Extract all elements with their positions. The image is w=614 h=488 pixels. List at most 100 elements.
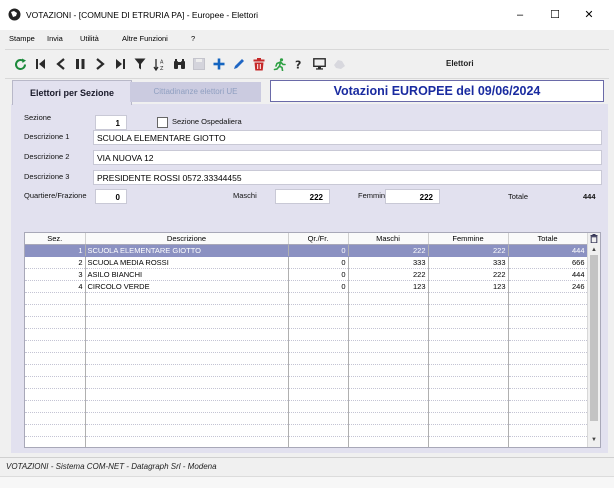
menu-stampe[interactable]: Stampe bbox=[9, 34, 35, 43]
col-header-femmine[interactable]: Femmine bbox=[428, 233, 509, 245]
scroll-down-icon[interactable]: ▼ bbox=[590, 436, 598, 444]
sort-az-icon[interactable]: AZ bbox=[150, 55, 168, 73]
cell-maschi: 222 bbox=[348, 268, 429, 281]
descrizione-1-input[interactable]: SCUOLA ELEMENTARE GIOTTO bbox=[93, 130, 602, 145]
app-logo-icon bbox=[8, 8, 21, 21]
delete-icon[interactable] bbox=[250, 55, 268, 73]
descrizione-2-input[interactable]: VIA NUOVA 12 bbox=[93, 150, 602, 165]
svg-text:?: ? bbox=[295, 59, 301, 71]
table-row[interactable]: 4 CIRCOLO VERDE 0 123 123 246 bbox=[25, 280, 588, 293]
col-header-sez[interactable]: Sez. bbox=[25, 233, 86, 245]
monitor-icon[interactable] bbox=[310, 55, 328, 73]
empty-row[interactable] bbox=[25, 376, 588, 389]
menu-utilita[interactable]: Utilità bbox=[80, 34, 99, 43]
status-text: VOTAZIONI - Sistema COM-NET - Datagraph … bbox=[6, 462, 217, 471]
femmine-input[interactable]: 222 bbox=[385, 189, 440, 204]
cell-totale: 444 bbox=[508, 268, 588, 281]
quartiere-frazione-label: Quartiere/Frazione bbox=[24, 191, 87, 200]
menu-altre-funzioni[interactable]: Altre Funzioni bbox=[122, 34, 168, 43]
toolbar: AZ ? Elettori bbox=[5, 49, 609, 79]
empty-row[interactable] bbox=[25, 436, 588, 447]
menu-help[interactable]: ? bbox=[191, 34, 195, 43]
cell-qr: 0 bbox=[288, 244, 349, 257]
save-icon[interactable] bbox=[190, 55, 208, 73]
run-icon[interactable] bbox=[270, 55, 288, 73]
table-row[interactable]: 1 SCUOLA ELEMENTARE GIOTTO 0 222 222 444 bbox=[25, 244, 588, 257]
election-title: Votazioni EUROPEE del 09/06/2024 bbox=[270, 80, 604, 102]
table-row[interactable]: 2 SCUOLA MEDIA ROSSI 0 333 333 666 bbox=[25, 256, 588, 269]
col-header-maschi[interactable]: Maschi bbox=[348, 233, 429, 245]
col-header-totale[interactable]: Totale bbox=[508, 233, 588, 245]
col-header-descrizione[interactable]: Descrizione bbox=[85, 233, 289, 245]
cell-maschi: 123 bbox=[348, 280, 429, 293]
cell-descrizione: CIRCOLO VERDE bbox=[85, 280, 289, 293]
status-bar: VOTAZIONI - Sistema COM-NET - Datagraph … bbox=[0, 457, 614, 477]
descrizione-3-input[interactable]: PRESIDENTE ROSSI 0572.33344455 bbox=[93, 170, 602, 185]
empty-row[interactable] bbox=[25, 316, 588, 329]
quartiere-frazione-input[interactable]: 0 bbox=[95, 189, 127, 204]
empty-row[interactable] bbox=[25, 292, 588, 305]
help-icon[interactable]: ? bbox=[290, 55, 308, 73]
empty-row[interactable] bbox=[25, 364, 588, 377]
exit-icon[interactable] bbox=[330, 55, 348, 73]
toolbar-label: Elettori bbox=[446, 59, 474, 68]
next-record-icon[interactable] bbox=[91, 55, 109, 73]
cell-descrizione: SCUOLA ELEMENTARE GIOTTO bbox=[85, 244, 289, 257]
filter-icon[interactable] bbox=[131, 55, 149, 73]
empty-row[interactable] bbox=[25, 352, 588, 365]
tab-cittadinanze-elettori-ue[interactable]: Cittadinanze elettori UE bbox=[130, 82, 261, 102]
empty-row[interactable] bbox=[25, 340, 588, 353]
maschi-input[interactable]: 222 bbox=[275, 189, 330, 204]
svg-text:Z: Z bbox=[160, 66, 164, 71]
cell-qr: 0 bbox=[288, 256, 349, 269]
cell-descrizione: ASILO BIANCHI bbox=[85, 268, 289, 281]
scroll-up-icon[interactable]: ▲ bbox=[590, 246, 598, 254]
title-bar: VOTAZIONI - [COMUNE DI ETRURIA PA] - Eur… bbox=[0, 0, 614, 30]
cell-femmine: 123 bbox=[428, 280, 509, 293]
edit-icon[interactable] bbox=[230, 55, 248, 73]
previous-record-icon[interactable] bbox=[51, 55, 69, 73]
scroll-thumb[interactable] bbox=[590, 255, 598, 421]
cell-totale: 444 bbox=[508, 244, 588, 257]
close-button[interactable]: ✕ bbox=[576, 6, 602, 24]
sezione-ospedaliera-checkbox[interactable] bbox=[157, 117, 168, 128]
minimize-button[interactable]: – bbox=[507, 6, 533, 24]
svg-text:A: A bbox=[160, 59, 164, 65]
pause-icon[interactable] bbox=[71, 55, 89, 73]
sezione-input[interactable]: 1 bbox=[95, 115, 127, 130]
tab-elettori-per-sezione[interactable]: Elettori per Sezione bbox=[12, 80, 132, 105]
last-record-icon[interactable] bbox=[111, 55, 129, 73]
menu-bar: Stampe Invia Utilità Altre Funzioni ? bbox=[0, 30, 614, 48]
first-record-icon[interactable] bbox=[31, 55, 49, 73]
cell-maschi: 333 bbox=[348, 256, 429, 269]
cell-sez: 1 bbox=[25, 244, 86, 257]
sezioni-table: Sez. Descrizione Qr./Fr. Maschi Femmine … bbox=[25, 233, 588, 447]
descrizione-1-label: Descrizione 1 bbox=[24, 132, 70, 141]
refresh-icon[interactable] bbox=[11, 55, 29, 73]
totale-value: 444 bbox=[583, 192, 596, 201]
menu-invia[interactable]: Invia bbox=[47, 34, 63, 43]
cell-sez: 2 bbox=[25, 256, 86, 269]
find-icon[interactable] bbox=[170, 55, 188, 73]
col-header-qr-fr[interactable]: Qr./Fr. bbox=[288, 233, 349, 245]
cell-qr: 0 bbox=[288, 268, 349, 281]
cell-maschi: 222 bbox=[348, 244, 429, 257]
trash-column-icon[interactable] bbox=[590, 234, 598, 243]
sezione-label: Sezione bbox=[24, 113, 52, 122]
empty-row[interactable] bbox=[25, 424, 588, 437]
table-row[interactable]: 3 ASILO BIANCHI 0 222 222 444 bbox=[25, 268, 588, 281]
maximize-button[interactable]: ☐ bbox=[542, 6, 568, 24]
empty-row[interactable] bbox=[25, 328, 588, 341]
descrizione-2-label: Descrizione 2 bbox=[24, 152, 70, 161]
sezione-ospedaliera-label: Sezione Ospedaliera bbox=[172, 117, 242, 126]
bottom-strip bbox=[0, 476, 614, 488]
cell-femmine: 222 bbox=[428, 268, 509, 281]
add-icon[interactable] bbox=[210, 55, 228, 73]
empty-row[interactable] bbox=[25, 412, 588, 425]
empty-row[interactable] bbox=[25, 400, 588, 413]
grid-scrollbar[interactable]: ▲ ▼ bbox=[587, 233, 600, 447]
totale-label: Totale bbox=[508, 192, 529, 201]
cell-qr: 0 bbox=[288, 280, 349, 293]
empty-row[interactable] bbox=[25, 304, 588, 317]
empty-row[interactable] bbox=[25, 388, 588, 401]
